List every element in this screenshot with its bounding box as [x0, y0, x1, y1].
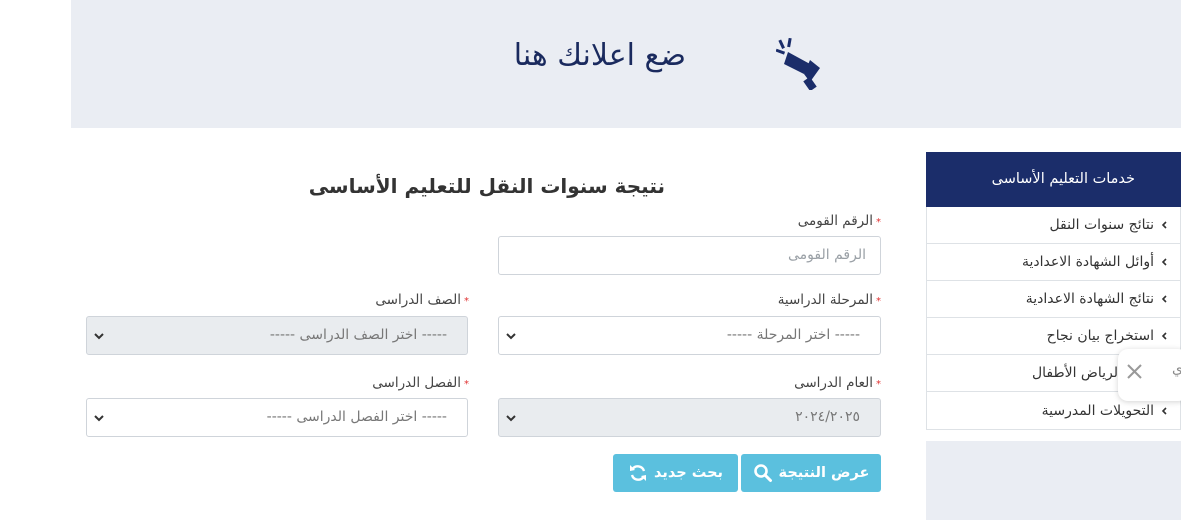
grade-select[interactable]: ----- اختر الصف الدراسى ----- [86, 316, 468, 355]
chevron-left-icon [1161, 406, 1167, 415]
chevron-left-icon [1161, 221, 1167, 229]
national-id-label: *الرقم القومى [797, 213, 881, 229]
chevron-left-icon [1161, 295, 1167, 303]
show-result-button[interactable]: عرض النتيجة [741, 454, 881, 492]
sidebar-title: خدمات التعليم الأساسى [926, 152, 1181, 207]
megaphone-icon [776, 38, 820, 90]
national-id-input[interactable]: الرقم القومى [498, 236, 881, 275]
page-title: نتيجة سنوات النقل للتعليم الأساسى [308, 174, 665, 198]
sidebar-item-prep-results[interactable]: نتائج الشهادة الاعدادية [927, 281, 1180, 318]
chevron-left-icon [1161, 258, 1167, 266]
year-select[interactable]: ٢٠٢٤/٢٠٢٥ [498, 398, 881, 437]
show-result-label: عرض النتيجة [778, 465, 870, 481]
ad-text: ضع اعلانك هنا [513, 38, 686, 73]
chevron-down-icon [506, 333, 516, 340]
required-mark: * [876, 217, 881, 228]
refresh-icon [630, 465, 647, 481]
chevron-down-icon [94, 333, 104, 340]
sidebar-item-prep-toppers[interactable]: أوائل الشهادة الاعدادية [927, 244, 1180, 281]
notice-text: ي [1172, 361, 1181, 377]
year-label: *العام الدراسى [794, 375, 881, 391]
stage-label: *المرحلة الدراسية [777, 292, 881, 308]
close-icon[interactable] [1126, 363, 1143, 380]
sidebar-ad-area [926, 441, 1181, 520]
chevron-left-icon [1161, 332, 1167, 340]
new-search-button[interactable]: بحث جديد [613, 454, 738, 492]
chevron-down-icon [506, 415, 516, 422]
term-label: *الفصل الدراسى [372, 375, 469, 391]
search-icon [753, 464, 772, 482]
sidebar-item-transfer-results[interactable]: نتائج سنوات النقل [927, 207, 1180, 244]
new-search-label: بحث جديد [654, 465, 723, 481]
term-select[interactable]: ----- اختر الفصل الدراسى ----- [86, 398, 468, 437]
stage-select[interactable]: ----- اختر المرحلة ----- [498, 316, 881, 355]
chevron-down-icon [94, 415, 104, 422]
floating-notice[interactable]: ي [1118, 349, 1181, 401]
ad-banner: ضع اعلانك هنا [71, 0, 1181, 128]
grade-label: *الصف الدراسى [375, 292, 469, 308]
